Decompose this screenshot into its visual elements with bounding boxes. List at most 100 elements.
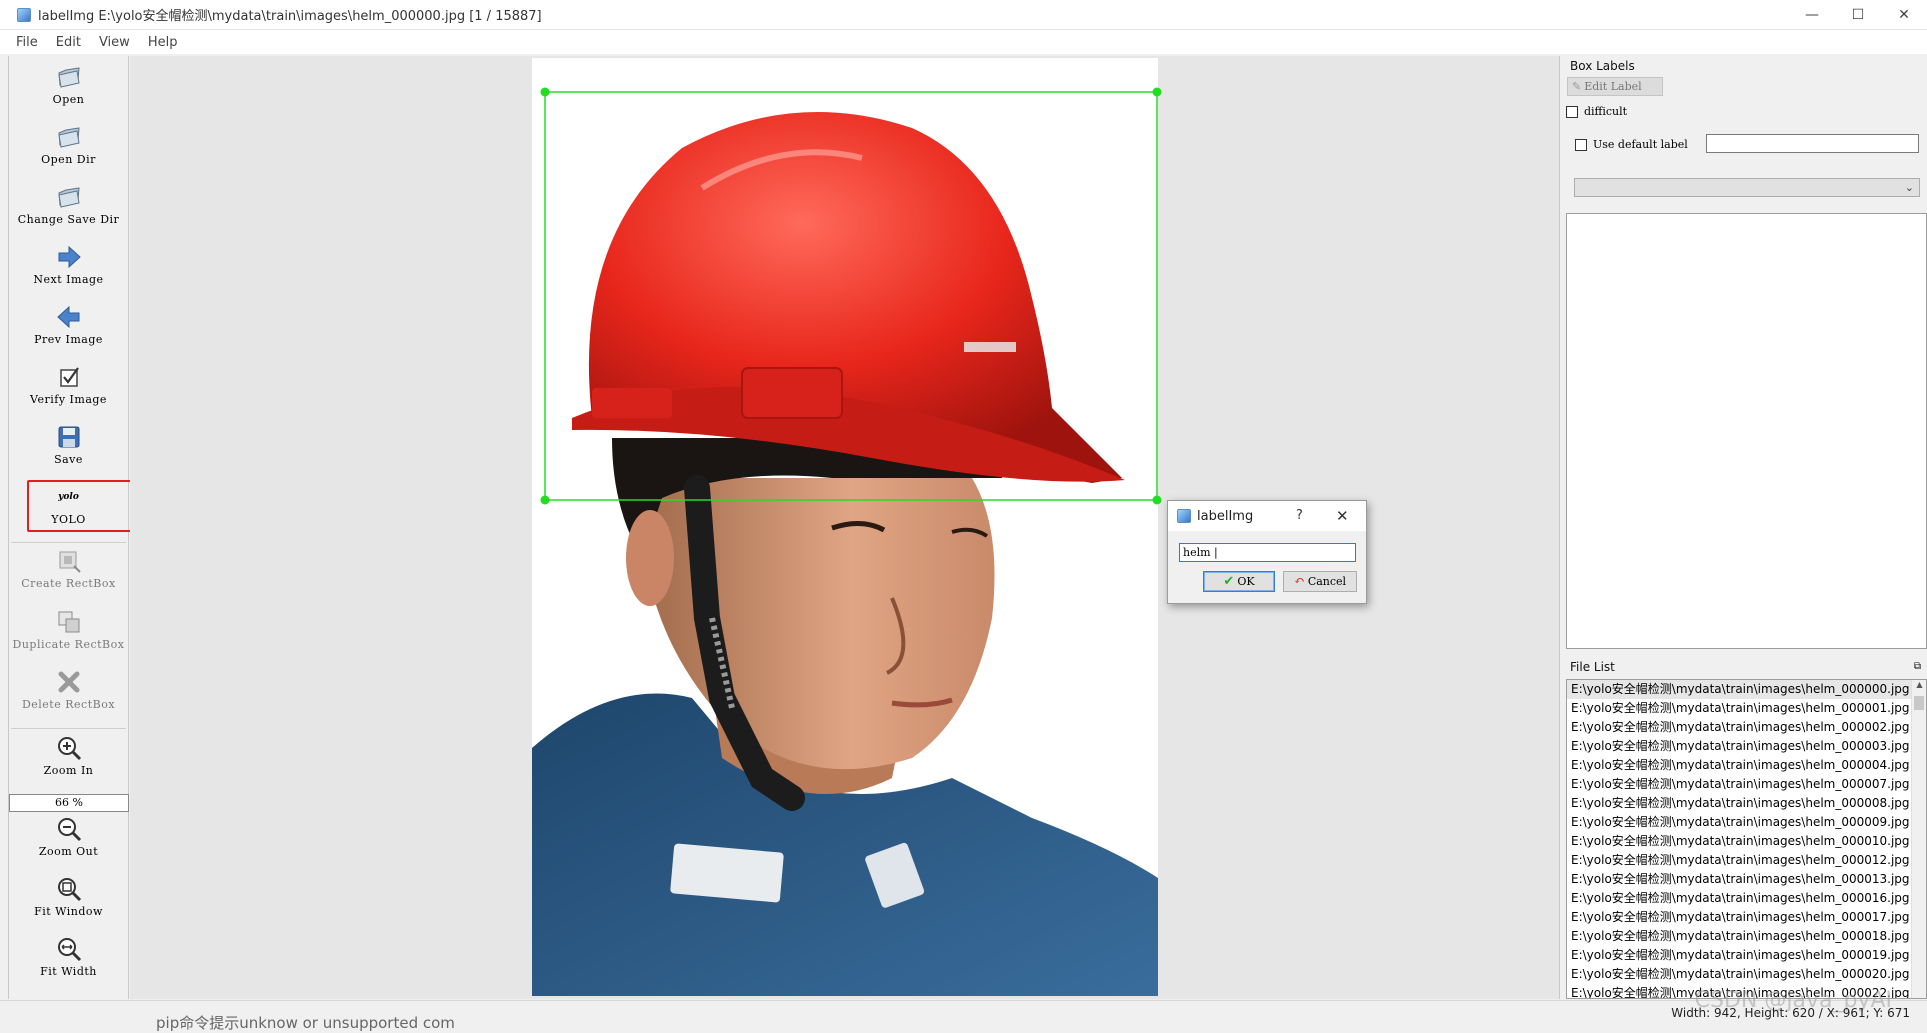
open-label: Open [52, 93, 85, 106]
edit-icon: ✎ [1572, 80, 1582, 93]
fit-window-icon [57, 878, 81, 902]
file-list[interactable]: E:\yolo安全帽检测\mydata\train\images\helm_00… [1566, 679, 1927, 999]
create-box-icon [59, 551, 81, 573]
cancel-button[interactable]: ↶ Cancel [1283, 571, 1357, 592]
open-dir-label: Open Dir [41, 153, 96, 166]
maximize-button[interactable]: ☐ [1835, 0, 1881, 30]
save-button[interactable]: Save [9, 424, 128, 466]
bounding-box[interactable] [544, 91, 1158, 501]
difficult-label: difficult [1584, 105, 1628, 118]
file-list-item[interactable]: E:\yolo安全帽检测\mydata\train\images\helm_00… [1567, 680, 1926, 699]
fit-window-label: Fit Window [34, 905, 103, 918]
file-list-item[interactable]: E:\yolo安全帽检测\mydata\train\images\helm_00… [1567, 737, 1926, 756]
zoom-out-label: Zoom Out [38, 845, 99, 858]
verify-image-button[interactable]: Verify Image [9, 364, 128, 406]
window-title: labelImg E:\yolo安全帽检测\mydata\train\image… [38, 9, 542, 24]
file-list-item[interactable]: E:\yolo安全帽检测\mydata\train\images\helm_00… [1567, 965, 1926, 984]
prev-image-button[interactable]: Prev Image [9, 304, 128, 346]
bbox-handle[interactable] [540, 495, 550, 505]
minimize-button[interactable]: — [1789, 0, 1835, 30]
next-image-button[interactable]: Next Image [9, 244, 128, 286]
open-dir-button[interactable]: Open Dir [9, 124, 128, 166]
edit-label-text: Edit Label [1584, 80, 1642, 93]
scroll-up-icon[interactable]: ▲ [1912, 680, 1926, 695]
use-default-label-label: Use default label [1593, 138, 1688, 151]
right-dock: Box Labels ✎ Edit Label difficult Use de… [1563, 56, 1927, 999]
change-save-dir-label: Change Save Dir [17, 213, 120, 226]
file-list-item[interactable]: E:\yolo安全帽检测\mydata\train\images\helm_00… [1567, 908, 1926, 927]
duplicate-rectbox-button[interactable]: Duplicate RectBox [9, 609, 128, 651]
zoom-in-label: Zoom In [43, 764, 94, 777]
save-label: Save [54, 453, 83, 466]
close-button[interactable]: ✕ [1881, 0, 1927, 30]
annotation-highlight-box [27, 480, 146, 532]
label-list[interactable] [1566, 213, 1927, 649]
toolbar-separator [11, 728, 126, 729]
label-input[interactable]: helm | [1179, 543, 1356, 562]
arrow-left-icon [56, 305, 79, 329]
menu-edit[interactable]: Edit [47, 35, 90, 50]
menu-file[interactable]: File [0, 35, 47, 50]
toolbar-separator [11, 542, 126, 543]
arrow-right-icon [58, 245, 81, 269]
float-dock-icon[interactable]: ⧉ [1914, 658, 1921, 676]
folder-open-icon [57, 67, 80, 88]
fit-width-button[interactable]: Fit Width [9, 936, 128, 978]
folder-open-icon [57, 187, 80, 208]
create-rectbox-label: Create RectBox [21, 577, 116, 590]
file-list-item[interactable]: E:\yolo安全帽检测\mydata\train\images\helm_00… [1567, 889, 1926, 908]
file-list-item[interactable]: E:\yolo安全帽检测\mydata\train\images\helm_00… [1567, 756, 1926, 775]
file-list-item[interactable]: E:\yolo安全帽检测\mydata\train\images\helm_00… [1567, 718, 1926, 737]
file-list-scrollbar[interactable]: ▲ [1911, 680, 1926, 998]
use-default-label-row[interactable]: Use default label [1575, 138, 1688, 151]
delete-rectbox-button[interactable]: Delete RectBox [9, 669, 128, 711]
checkmark-icon: ✔ [1223, 574, 1235, 589]
zoom-out-button[interactable]: Zoom Out [9, 816, 128, 858]
difficult-checkbox-row[interactable]: difficult [1566, 105, 1627, 118]
title-bar: labelImg E:\yolo安全帽检测\mydata\train\image… [0, 0, 1927, 30]
fit-width-icon [57, 938, 81, 962]
file-list-item[interactable]: E:\yolo安全帽检测\mydata\train\images\helm_00… [1567, 775, 1926, 794]
create-rectbox-button[interactable]: Create RectBox [9, 548, 128, 590]
fit-window-button[interactable]: Fit Window [9, 876, 128, 918]
use-default-label-checkbox[interactable] [1575, 138, 1587, 151]
zoom-spinbox[interactable]: 66 % [9, 794, 129, 812]
menu-help[interactable]: Help [139, 35, 187, 50]
dialog-title: labelImg [1197, 508, 1254, 524]
app-icon [17, 7, 31, 22]
zoom-in-button[interactable]: Zoom In [9, 735, 128, 777]
help-button[interactable]: ? [1296, 508, 1303, 523]
menu-view[interactable]: View [90, 35, 139, 50]
change-save-dir-button[interactable]: Change Save Dir [9, 184, 128, 226]
bbox-handle[interactable] [1152, 495, 1162, 505]
edit-label-button[interactable]: ✎ Edit Label [1567, 77, 1663, 96]
scroll-thumb[interactable] [1914, 696, 1924, 710]
file-list-item[interactable]: E:\yolo安全帽检测\mydata\train\images\helm_00… [1567, 927, 1926, 946]
file-list-item[interactable]: E:\yolo安全帽检测\mydata\train\images\helm_00… [1567, 813, 1926, 832]
duplicate-rectbox-label: Duplicate RectBox [12, 638, 125, 651]
file-list-item[interactable]: E:\yolo安全帽检测\mydata\train\images\helm_00… [1567, 699, 1926, 718]
bbox-handle[interactable] [1152, 87, 1162, 97]
zoom-out-icon [57, 818, 81, 842]
checkbox-checked-icon [59, 367, 79, 387]
fit-width-label: Fit Width [40, 965, 97, 978]
file-list-item[interactable]: E:\yolo安全帽检测\mydata\train\images\helm_00… [1567, 946, 1926, 965]
file-list-item[interactable]: E:\yolo安全帽检测\mydata\train\images\helm_00… [1567, 794, 1926, 813]
file-list-item[interactable]: E:\yolo安全帽检测\mydata\train\images\helm_00… [1567, 870, 1926, 889]
app-icon [1177, 509, 1191, 523]
prev-image-label: Prev Image [34, 333, 103, 346]
open-button[interactable]: Open [9, 64, 128, 106]
file-list-item[interactable]: E:\yolo安全帽检测\mydata\train\images\helm_00… [1567, 851, 1926, 870]
difficult-checkbox[interactable] [1566, 105, 1578, 118]
default-label-input[interactable] [1706, 134, 1919, 153]
duplicate-icon [58, 611, 79, 633]
floppy-disk-icon [58, 426, 79, 448]
file-list-item[interactable]: E:\yolo安全帽检测\mydata\train\images\helm_00… [1567, 832, 1926, 851]
label-combobox[interactable]: ⌄ [1574, 178, 1920, 197]
dialog-close-button[interactable]: ✕ [1336, 507, 1349, 525]
bbox-handle[interactable] [540, 87, 550, 97]
delete-rectbox-label: Delete RectBox [21, 698, 116, 711]
ok-button[interactable]: ✔ OK [1203, 571, 1275, 592]
status-text: Width: 942, Height: 620 / X: 961; Y: 671 [1671, 1006, 1910, 1020]
cancel-label: Cancel [1307, 575, 1347, 588]
